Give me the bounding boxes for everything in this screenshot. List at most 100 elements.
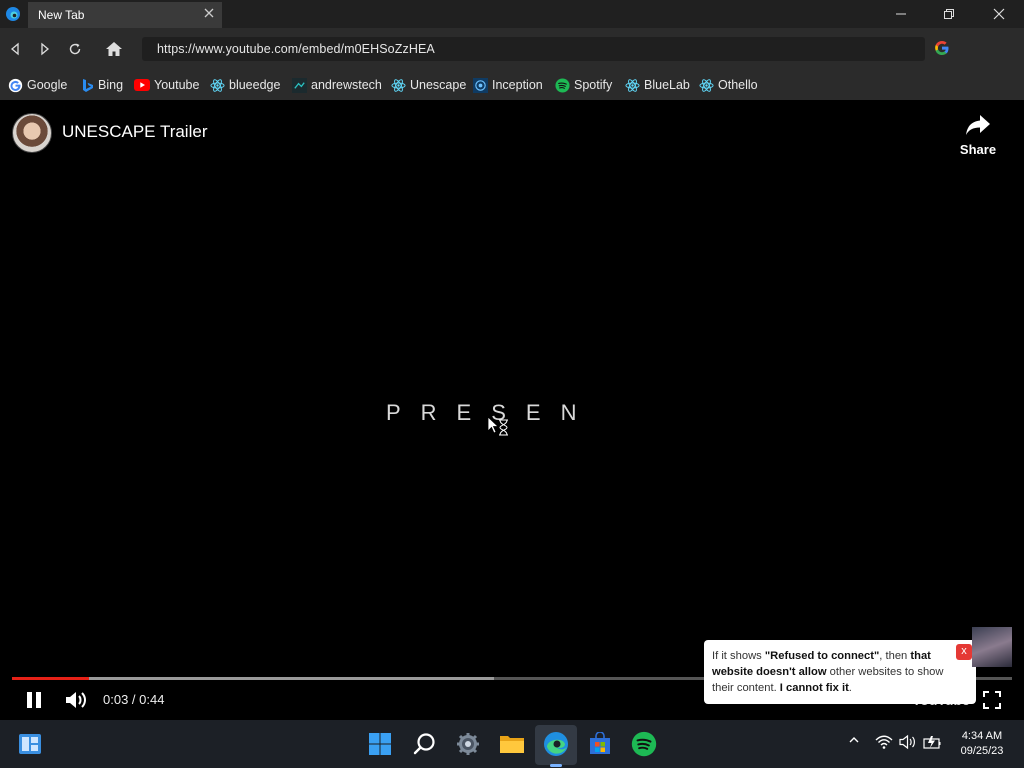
edge-app[interactable] <box>542 730 570 758</box>
close-tab-icon[interactable] <box>202 6 216 20</box>
back-arrow-icon <box>10 42 19 56</box>
gear-icon <box>457 733 479 755</box>
wifi-icon <box>875 735 893 749</box>
reload-icon <box>69 43 81 55</box>
pause-icon <box>27 692 41 708</box>
volume-button[interactable] <box>64 688 88 712</box>
edge-icon <box>544 732 568 756</box>
bookmarks-bar: Google Bing Youtube blueedge andrewstech… <box>0 70 1024 100</box>
bookmark-label: Spotify <box>574 78 613 92</box>
back-button[interactable] <box>4 38 26 60</box>
settings-app[interactable] <box>454 730 482 758</box>
store-icon <box>590 732 610 754</box>
show-hidden-icons-button[interactable] <box>848 734 860 746</box>
bookmark-google[interactable]: Google <box>8 76 67 94</box>
clock-time: 4:34 AM <box>961 730 1003 742</box>
inception-icon <box>473 77 488 93</box>
forward-button[interactable] <box>34 38 56 60</box>
start-button[interactable] <box>366 730 394 758</box>
pause-button[interactable] <box>24 688 44 712</box>
bookmark-label: Google <box>27 78 68 92</box>
battery-button[interactable] <box>923 734 941 750</box>
react-icon <box>391 78 406 92</box>
bookmark-label: BlueLab <box>644 78 690 92</box>
spotify-icon <box>631 731 657 757</box>
bookmark-blueedge[interactable]: blueedge <box>210 76 280 94</box>
url-text: https://www.youtube.com/embed/m0EHSoZzHE… <box>157 42 435 56</box>
notice-avatar <box>972 627 1012 667</box>
network-button[interactable] <box>875 734 893 750</box>
google-icon <box>8 78 23 92</box>
search-icon <box>413 733 435 755</box>
bookmark-inception[interactable]: Inception <box>473 76 543 94</box>
volume-tray-button[interactable] <box>899 734 917 750</box>
reload-button[interactable] <box>64 38 86 60</box>
bookmark-label: andrewstech <box>311 78 382 92</box>
widgets-button[interactable] <box>16 730 44 758</box>
file-explorer-app[interactable] <box>498 730 526 758</box>
google-search-icon[interactable] <box>933 39 951 57</box>
volume-icon <box>66 692 86 708</box>
react-icon <box>625 78 640 92</box>
bookmark-label: Unescape <box>410 78 467 92</box>
busy-cursor-icon <box>487 416 508 436</box>
progress-played <box>12 677 89 680</box>
react-icon <box>210 78 225 92</box>
notice-close-button[interactable]: x <box>956 644 972 660</box>
video-player[interactable]: UNESCAPE Trailer Share PRESEN 0:03 / 0:4… <box>0 100 1024 720</box>
windows-start-icon <box>369 733 391 755</box>
bookmark-bluelab[interactable]: BlueLab <box>625 76 690 94</box>
minimize-icon <box>896 13 906 15</box>
bookmark-label: blueedge <box>229 78 281 92</box>
battery-charging-icon <box>923 736 941 749</box>
bookmark-unescape[interactable]: Unescape <box>391 76 466 94</box>
tab-title: New Tab <box>38 8 85 22</box>
restore-icon <box>944 9 954 19</box>
minimize-button[interactable] <box>878 0 924 28</box>
close-icon <box>993 8 1005 20</box>
fullscreen-button[interactable] <box>982 688 1002 712</box>
search-button[interactable] <box>411 730 439 758</box>
refused-to-connect-notice: If it shows "Refused to connect", then t… <box>704 640 976 704</box>
youtube-icon <box>134 79 150 91</box>
andrewstech-icon <box>292 77 307 93</box>
browser-logo-icon <box>6 7 20 21</box>
home-icon <box>106 42 122 56</box>
speaker-icon <box>899 734 915 750</box>
bookmark-othello[interactable]: Othello <box>699 76 758 94</box>
folder-icon <box>500 736 524 753</box>
bookmark-label: Youtube <box>154 78 200 92</box>
bookmark-spotify[interactable]: Spotify <box>555 76 612 94</box>
chevron-up-icon <box>849 737 859 743</box>
share-button[interactable]: Share <box>956 114 1000 160</box>
bookmark-bing[interactable]: Bing <box>82 76 123 94</box>
browser-tab[interactable]: New Tab <box>28 2 222 28</box>
time-display: 0:03 / 0:44 <box>103 692 165 707</box>
store-app[interactable] <box>586 730 614 758</box>
fullscreen-icon <box>983 691 1001 709</box>
bookmark-label: Inception <box>492 78 543 92</box>
title-bar: New Tab <box>0 0 1024 28</box>
bing-icon <box>83 78 93 92</box>
bookmark-youtube[interactable]: Youtube <box>134 76 199 94</box>
forward-arrow-icon <box>41 42 50 56</box>
video-title[interactable]: UNESCAPE Trailer <box>62 122 207 142</box>
active-app-indicator <box>550 764 562 767</box>
close-window-button[interactable] <box>976 0 1022 28</box>
share-icon <box>966 115 990 135</box>
share-label: Share <box>959 142 997 157</box>
system-clock[interactable]: 4:34 AM 09/25/23 <box>954 729 1010 759</box>
spotify-app[interactable] <box>630 730 658 758</box>
widgets-icon <box>19 734 41 754</box>
clock-date: 09/25/23 <box>960 745 1004 757</box>
bookmark-label: Othello <box>718 78 758 92</box>
restore-button[interactable] <box>926 0 972 28</box>
address-bar[interactable]: https://www.youtube.com/embed/m0EHSoZzHE… <box>142 37 925 61</box>
browser-toolbar: https://www.youtube.com/embed/m0EHSoZzHE… <box>0 28 1024 70</box>
home-button[interactable] <box>103 38 125 60</box>
spotify-icon <box>555 77 570 93</box>
taskbar: 4:34 AM 09/25/23 <box>0 720 1024 768</box>
react-icon <box>699 78 714 92</box>
channel-avatar[interactable] <box>12 113 52 153</box>
bookmark-andrewstech[interactable]: andrewstech <box>292 76 382 94</box>
